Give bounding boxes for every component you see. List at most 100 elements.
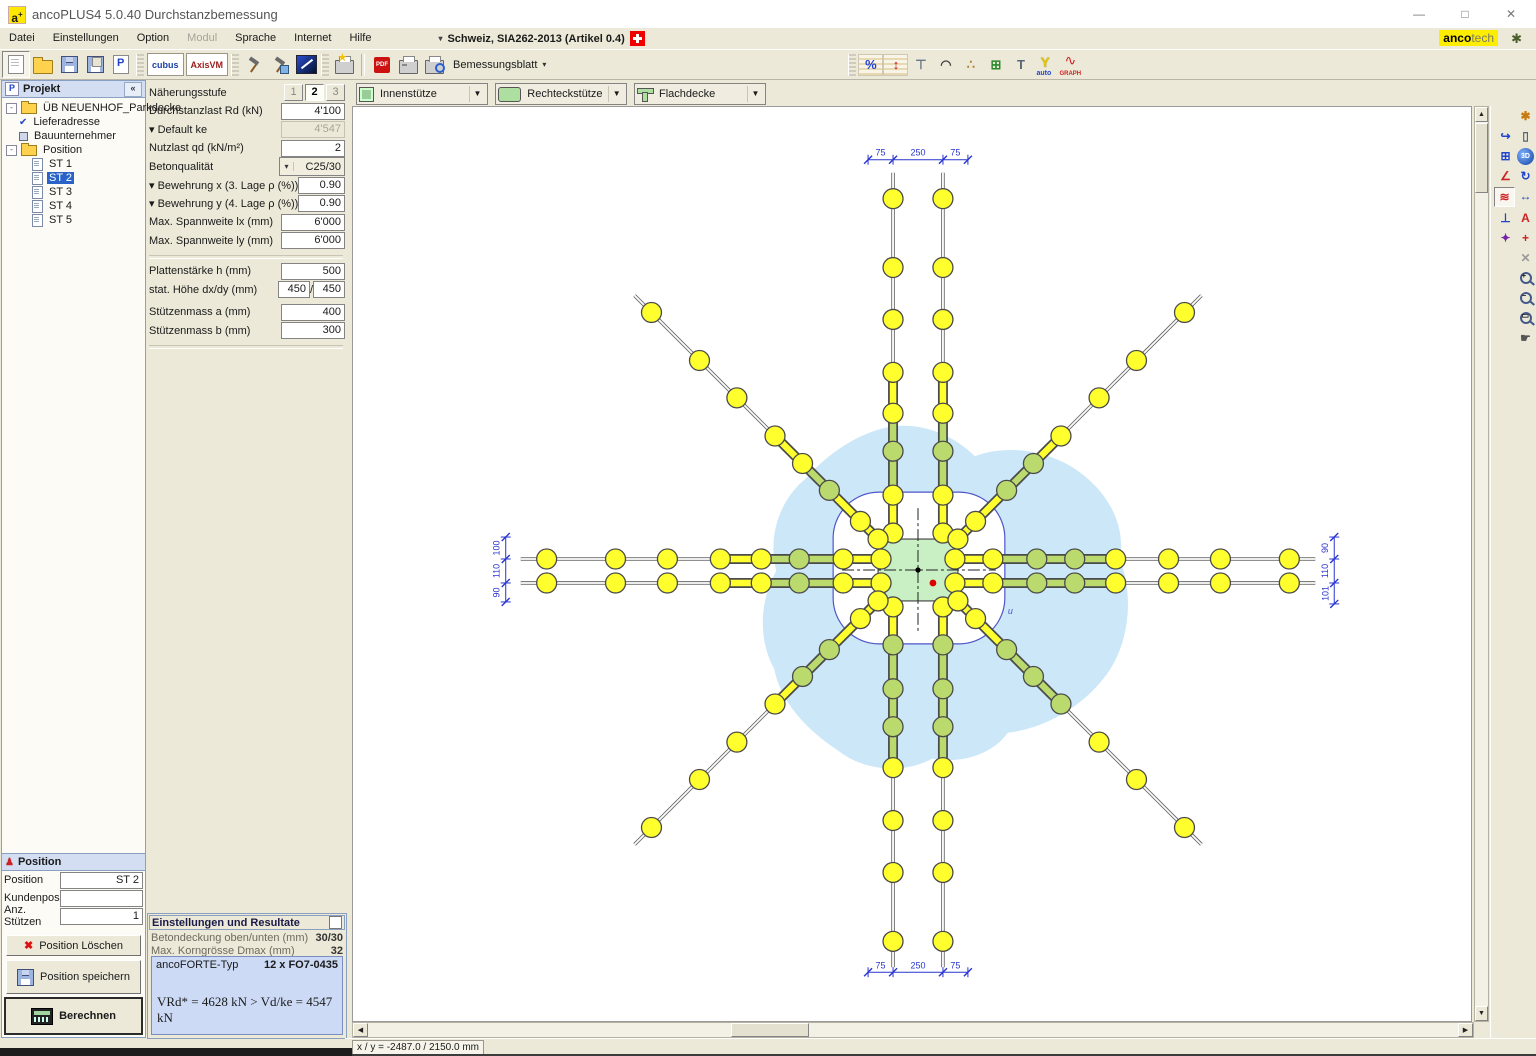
stud[interactable] bbox=[883, 811, 903, 831]
stud[interactable] bbox=[997, 480, 1017, 500]
stud[interactable] bbox=[1065, 573, 1085, 593]
pan-icon[interactable]: ☛ bbox=[1516, 329, 1535, 347]
expander-icon[interactable]: - bbox=[6, 103, 17, 114]
maximize-button[interactable]: □ bbox=[1450, 4, 1480, 24]
horizontal-scroll-thumb[interactable] bbox=[731, 1023, 809, 1037]
stud[interactable] bbox=[833, 549, 853, 569]
form-field-7[interactable]: 6'000 bbox=[281, 214, 345, 231]
scroll-down-icon[interactable]: ▼ bbox=[1475, 1006, 1488, 1021]
minimize-button[interactable]: — bbox=[1404, 4, 1434, 24]
stud[interactable] bbox=[819, 640, 839, 660]
stud[interactable] bbox=[727, 732, 747, 752]
stat-hoehe-dy-field[interactable]: 450 bbox=[313, 281, 345, 298]
stud[interactable] bbox=[945, 549, 965, 569]
stud[interactable] bbox=[1175, 818, 1195, 838]
stud[interactable] bbox=[933, 811, 953, 831]
menu-item-hilfe[interactable]: Hilfe bbox=[340, 28, 380, 49]
stud[interactable] bbox=[966, 511, 986, 531]
stud[interactable] bbox=[1159, 549, 1179, 569]
betonqualitaet-combo[interactable]: ▾C25/30 bbox=[279, 157, 345, 176]
naeherungsstufe-1-button[interactable]: 1 bbox=[284, 84, 303, 101]
stud[interactable] bbox=[1159, 573, 1179, 593]
stud[interactable] bbox=[1127, 350, 1147, 370]
horizontal-scrollbar[interactable]: ◀ ▶ bbox=[352, 1022, 1474, 1038]
view-3d-icon[interactable]: 3D bbox=[1516, 147, 1535, 165]
punching-cone-icon[interactable]: ◠ bbox=[933, 53, 958, 77]
stud[interactable] bbox=[983, 573, 1003, 593]
menu-item-internet[interactable]: Internet bbox=[285, 28, 340, 49]
stat-hoehe-dx-field[interactable]: 450 bbox=[278, 281, 310, 298]
stud[interactable] bbox=[871, 549, 891, 569]
report-type-dropdown[interactable]: Bemessungsblatt▾ bbox=[453, 59, 546, 71]
zoom-window-icon[interactable]: ▭ bbox=[1516, 309, 1535, 327]
menu-item-sprache[interactable]: Sprache bbox=[226, 28, 285, 49]
display-options-icon[interactable]: ✦ bbox=[1496, 229, 1515, 247]
stud[interactable] bbox=[883, 758, 903, 778]
stud[interactable] bbox=[751, 549, 771, 569]
page-setup-icon[interactable] bbox=[108, 52, 134, 77]
scroll-left-icon[interactable]: ◀ bbox=[353, 1023, 368, 1037]
form-field-6[interactable]: 0.90 bbox=[298, 195, 345, 212]
save-position-button[interactable]: Position speichern bbox=[6, 960, 141, 994]
stud[interactable] bbox=[945, 573, 965, 593]
clipboard-tools-icon[interactable]: ✱ bbox=[1516, 107, 1535, 125]
stud[interactable] bbox=[883, 189, 903, 209]
stud[interactable] bbox=[933, 258, 953, 278]
stud[interactable] bbox=[868, 591, 888, 611]
stud[interactable] bbox=[883, 362, 903, 382]
code-region-selector[interactable]: ▾ Schweiz, SIA262-2013 (Artikel 0.4) bbox=[438, 31, 644, 46]
stud[interactable] bbox=[789, 573, 809, 593]
stud[interactable] bbox=[657, 573, 677, 593]
tree-item-st-1[interactable]: ST 1 bbox=[4, 157, 143, 171]
stud[interactable] bbox=[883, 931, 903, 951]
combo-flachdecke[interactable]: Flachdecke▼ bbox=[634, 83, 766, 105]
form-field-8[interactable]: 6'000 bbox=[281, 232, 345, 249]
stud[interactable] bbox=[883, 485, 903, 505]
expander-icon[interactable]: - bbox=[6, 145, 17, 156]
stud[interactable] bbox=[883, 309, 903, 329]
form-field-5[interactable]: 0.90 bbox=[298, 177, 345, 194]
stud[interactable] bbox=[690, 350, 710, 370]
form-field-10[interactable]: 500 bbox=[281, 263, 345, 280]
stud[interactable] bbox=[933, 931, 953, 951]
drawing-canvas[interactable]: 752507575250751001109090110101u bbox=[352, 106, 1472, 1022]
scroll-right-icon[interactable]: ▶ bbox=[1458, 1023, 1473, 1037]
stud[interactable] bbox=[606, 549, 626, 569]
tree-item-st-4[interactable]: ST 4 bbox=[4, 199, 143, 213]
stud[interactable] bbox=[883, 258, 903, 278]
stirrup-layout-icon[interactable]: ∴ bbox=[958, 53, 983, 77]
snap-icon[interactable]: + bbox=[1516, 229, 1535, 247]
stud[interactable] bbox=[933, 309, 953, 329]
stud[interactable] bbox=[537, 549, 557, 569]
stud[interactable] bbox=[1023, 666, 1043, 686]
zoom-out-icon[interactable]: − bbox=[1516, 289, 1535, 307]
stud[interactable] bbox=[765, 694, 785, 714]
form-field-14[interactable]: 300 bbox=[281, 322, 345, 339]
stud[interactable] bbox=[537, 573, 557, 593]
stud[interactable] bbox=[883, 635, 903, 655]
stud[interactable] bbox=[789, 549, 809, 569]
stud[interactable] bbox=[1051, 694, 1071, 714]
menu-item-datei[interactable]: Datei bbox=[0, 28, 44, 49]
stud[interactable] bbox=[983, 549, 1003, 569]
form-field-3[interactable]: 2 bbox=[281, 140, 345, 157]
menu-item-option[interactable]: Option bbox=[128, 28, 178, 49]
collapse-panel-button[interactable]: « bbox=[124, 82, 142, 97]
combo-innenstütze[interactable]: Innenstütze▼ bbox=[356, 83, 488, 105]
stud[interactable] bbox=[933, 403, 953, 423]
stud[interactable] bbox=[948, 529, 968, 549]
stud[interactable] bbox=[819, 480, 839, 500]
previous-view-icon[interactable]: ↪ bbox=[1496, 127, 1515, 145]
stud[interactable] bbox=[642, 302, 662, 322]
vertical-scrollbar[interactable]: ▲ ▼ bbox=[1474, 106, 1489, 1022]
text-annotation-icon[interactable]: A bbox=[1516, 209, 1535, 227]
stud[interactable] bbox=[1175, 302, 1195, 322]
pdf-export-icon[interactable]: PDF bbox=[369, 52, 395, 77]
sketch-editor-icon[interactable] bbox=[293, 52, 319, 77]
stud[interactable] bbox=[1027, 573, 1047, 593]
column-type-icon[interactable]: T bbox=[1008, 53, 1033, 77]
stud[interactable] bbox=[933, 717, 953, 737]
new-document-icon[interactable] bbox=[2, 51, 30, 78]
stud[interactable] bbox=[997, 640, 1017, 660]
open-project-icon[interactable] bbox=[30, 52, 56, 77]
